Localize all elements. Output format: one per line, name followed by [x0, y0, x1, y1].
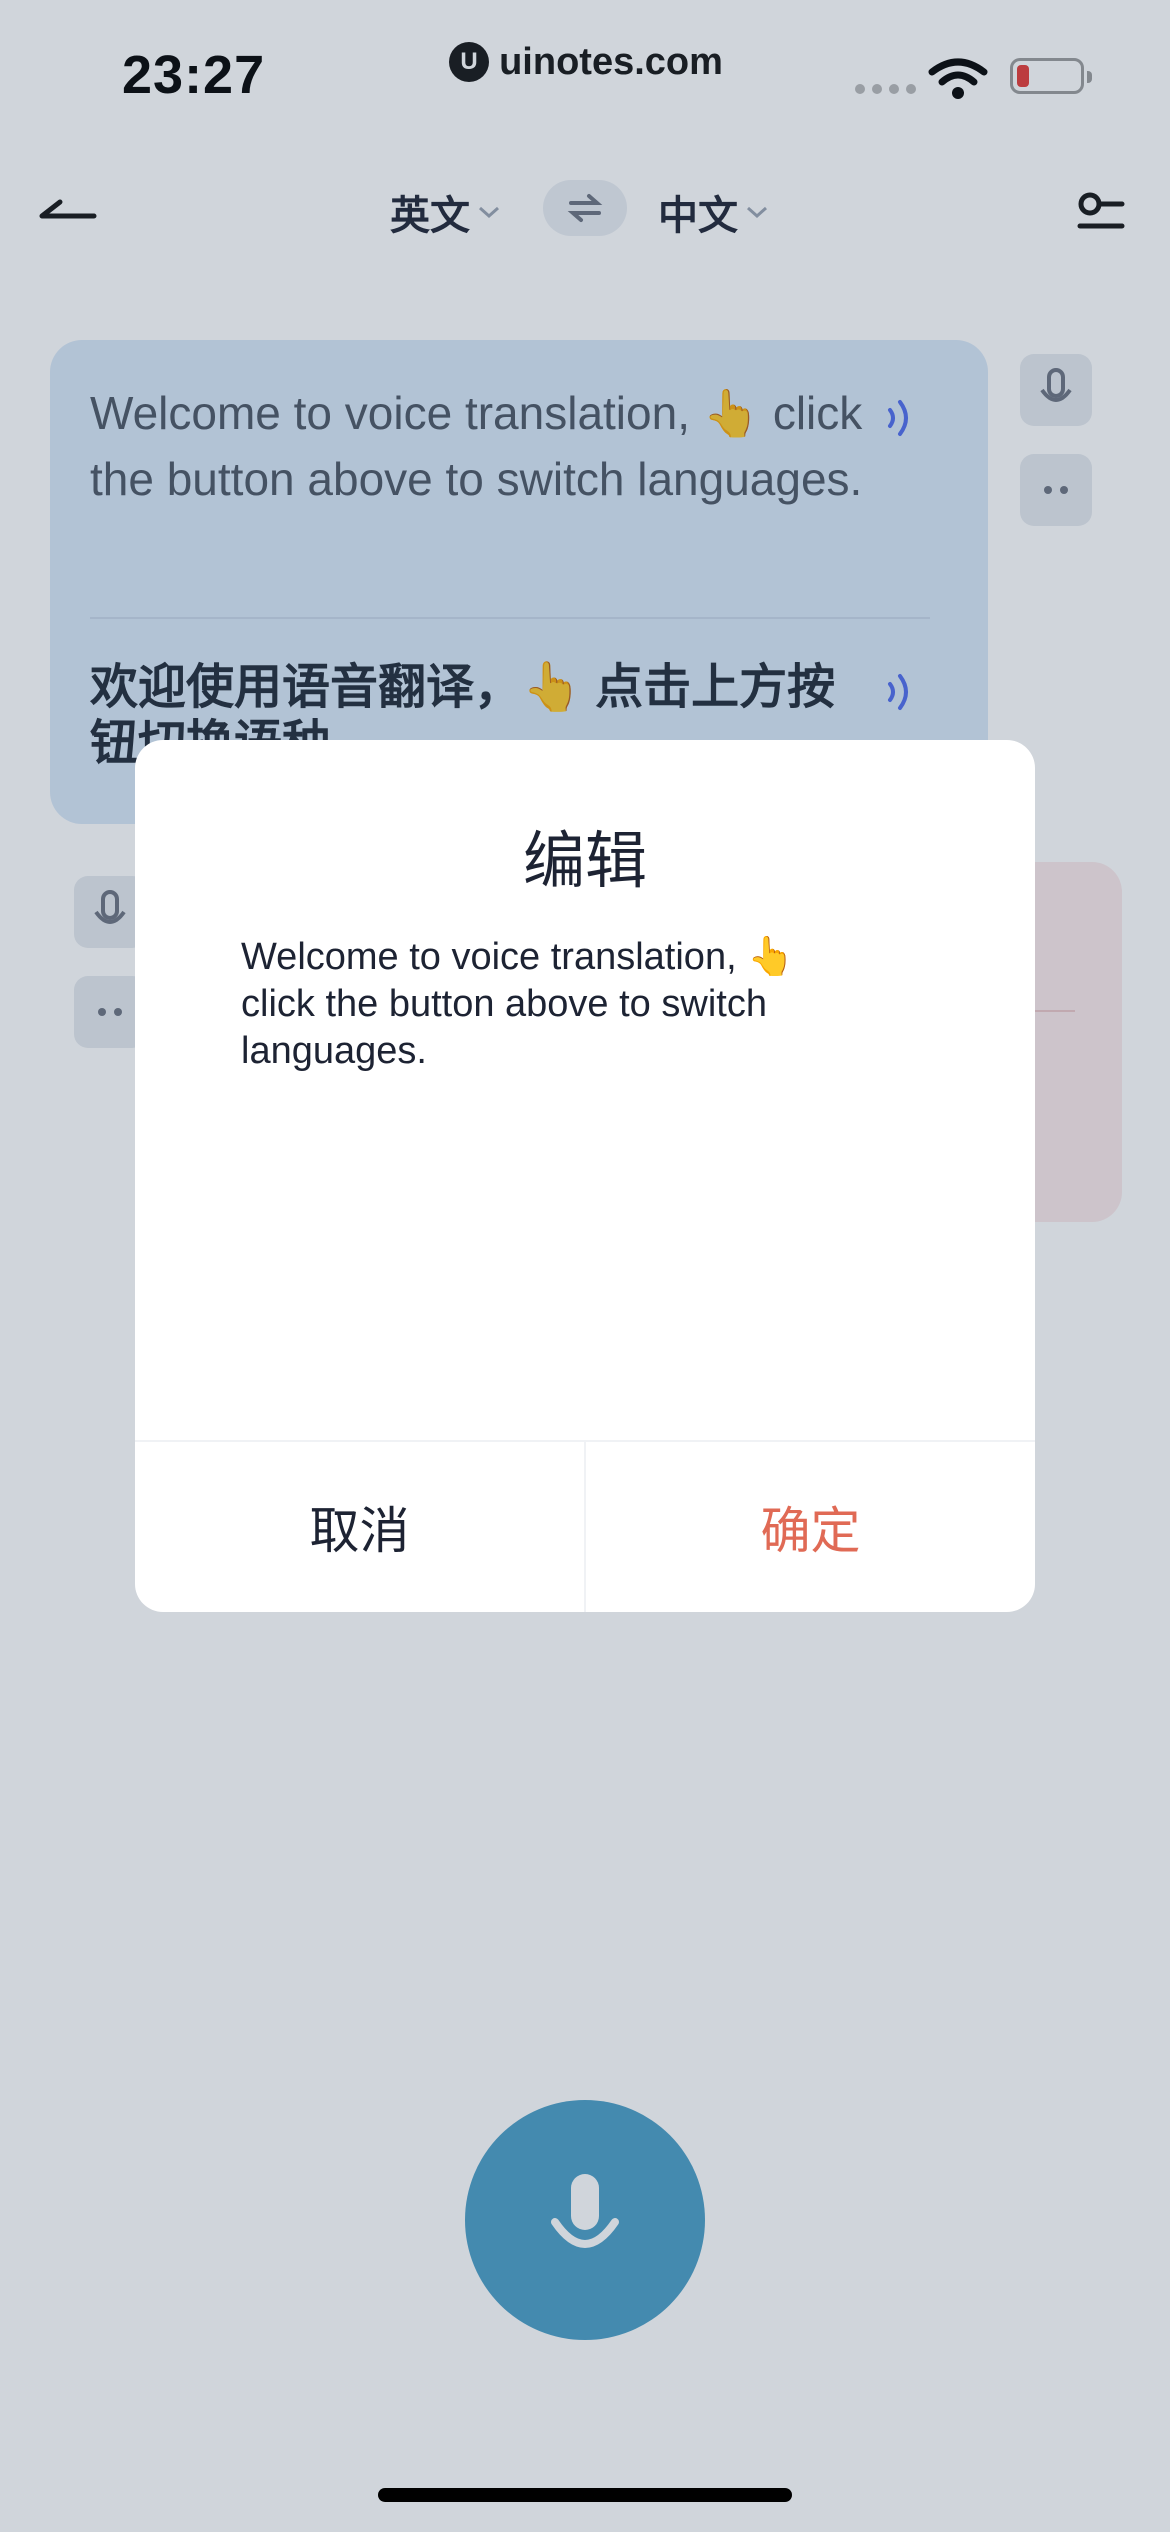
confirm-button[interactable]: 确定 [586, 1442, 1035, 1612]
dialog-title: 编辑 [522, 827, 647, 896]
edit-text-area[interactable]: Welcome to voice translation, 👆 click th… [241, 934, 861, 1075]
home-indicator[interactable] [378, 2488, 792, 2502]
app-screen: 23:27 U uinotes.com 英文 中文 Welcome to voi… [0, 0, 1170, 2532]
cancel-button[interactable]: 取消 [135, 1442, 584, 1612]
edit-dialog: 编辑 Welcome to voice translation, 👆 click… [135, 740, 1035, 1612]
